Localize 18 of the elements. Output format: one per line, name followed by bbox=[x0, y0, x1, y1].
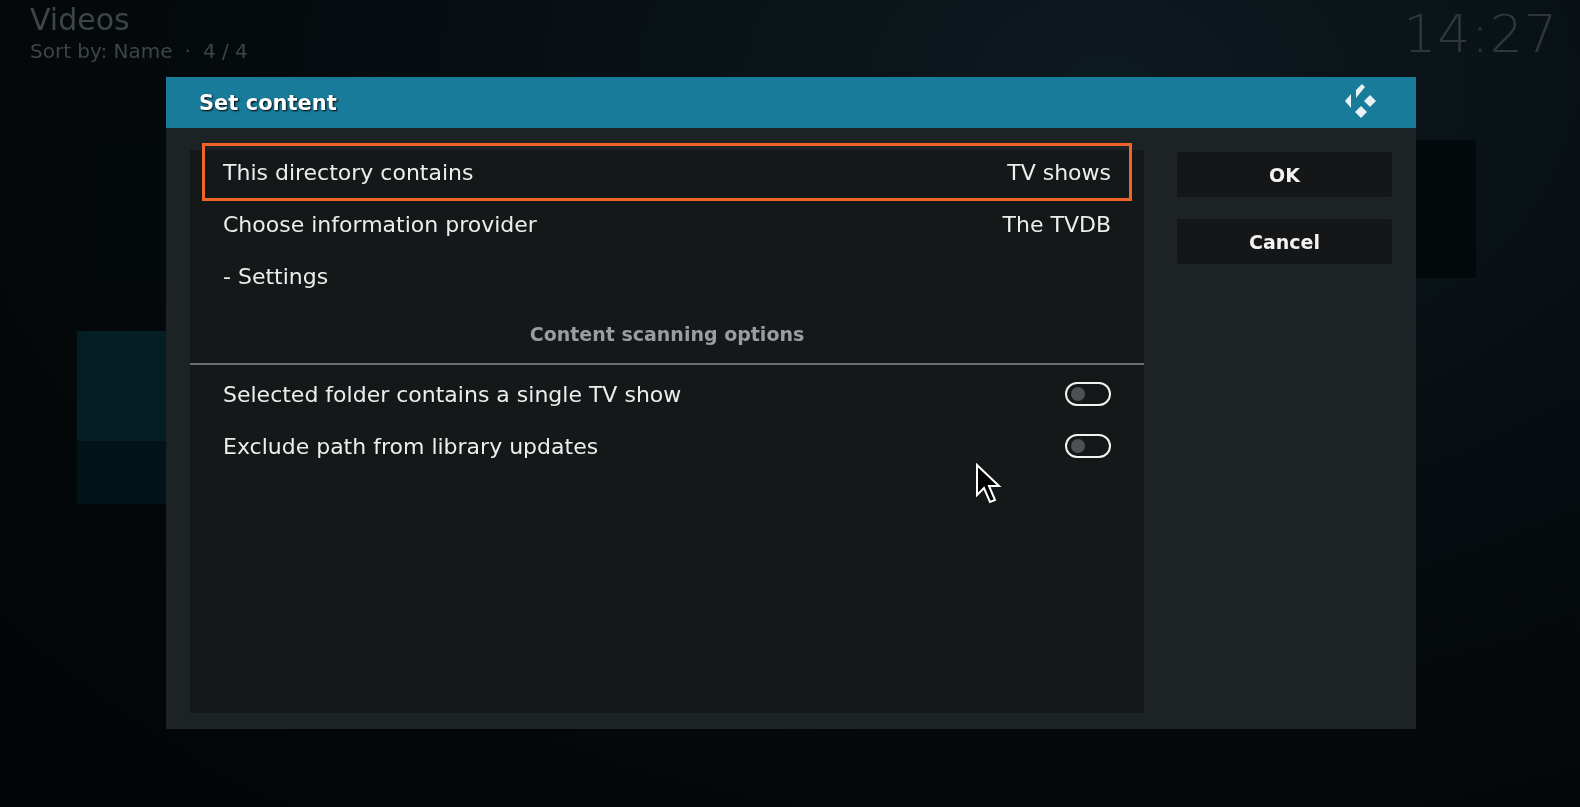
setting-label: This directory contains bbox=[223, 159, 474, 185]
setting-value: TV shows bbox=[1007, 159, 1111, 185]
dialog-title: Set content bbox=[199, 90, 337, 115]
page-title: Videos bbox=[30, 2, 131, 38]
section-heading: Content scanning options bbox=[529, 323, 805, 345]
sort-label: Sort by: Name bbox=[30, 38, 173, 64]
dialog-button[interactable]: Cancel bbox=[1177, 219, 1392, 264]
setting-label: - Settings bbox=[223, 263, 329, 289]
separator-dot: · bbox=[184, 38, 191, 64]
setting-value: The TVDB bbox=[1002, 211, 1111, 237]
toggle-switch[interactable] bbox=[1065, 382, 1111, 406]
item-count: 4 / 4 bbox=[202, 38, 248, 64]
setting-row[interactable]: This directory contains TV shows bbox=[202, 143, 1132, 201]
setting-label: Exclude path from library updates bbox=[223, 433, 599, 459]
toggle-switch[interactable] bbox=[1065, 434, 1111, 458]
dialog-button[interactable]: OK bbox=[1177, 152, 1392, 197]
setting-label: Selected folder contains a single TV show bbox=[223, 381, 682, 407]
setting-label: Choose information provider bbox=[223, 211, 537, 237]
